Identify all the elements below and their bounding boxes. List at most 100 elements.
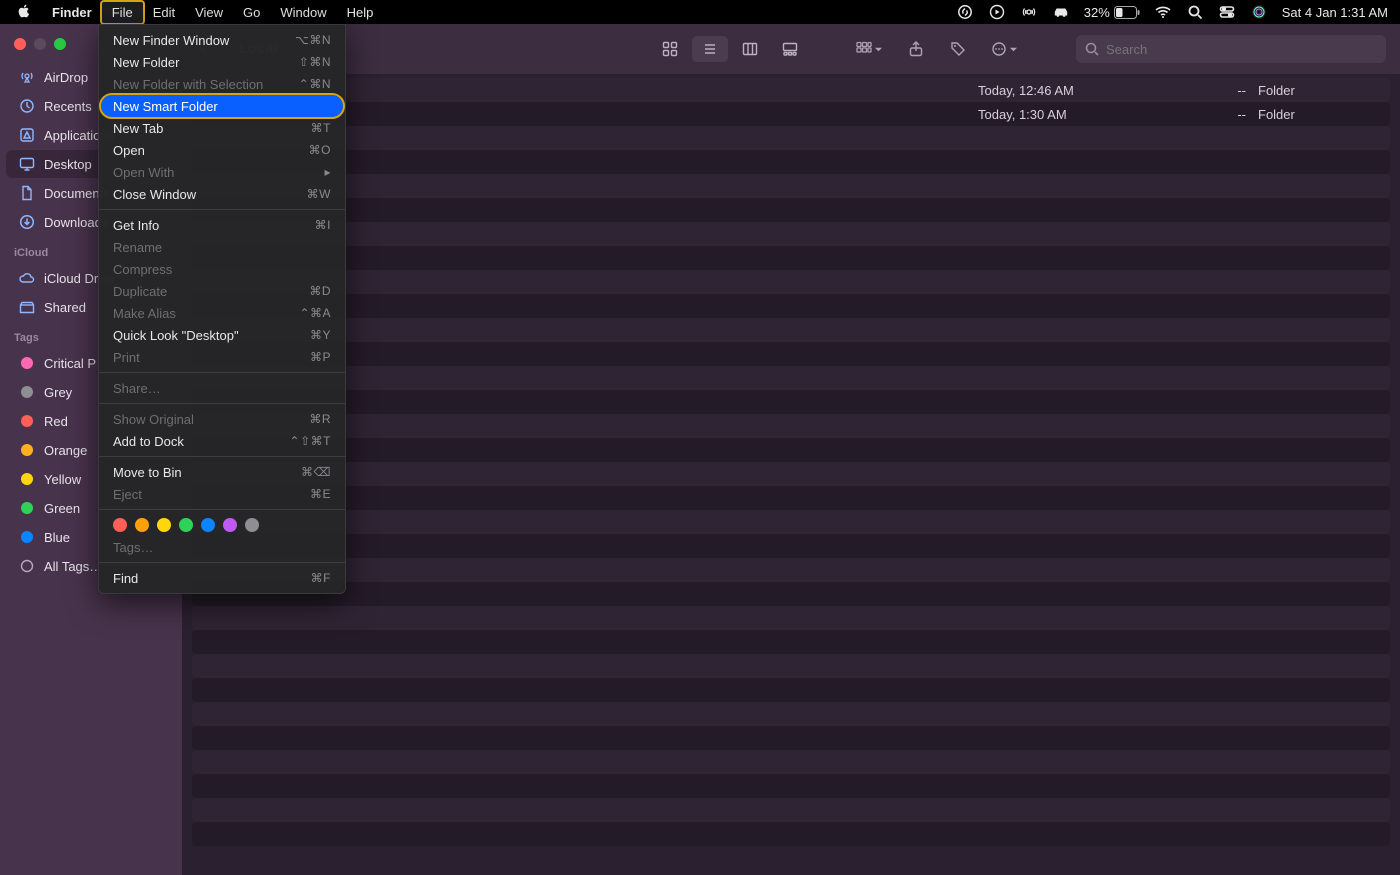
window-close-button[interactable] (14, 38, 26, 50)
menu-item-rename: Rename (99, 236, 345, 258)
menu-item-add-to-dock[interactable]: Add to Dock⌃⇧⌘T (99, 430, 345, 452)
view-as-list-button[interactable] (692, 36, 728, 62)
file-date: Today, 12:46 AM (978, 83, 1208, 98)
car-icon[interactable] (1052, 3, 1070, 21)
tag-color-dot (18, 499, 36, 517)
menu-item-find[interactable]: Find⌘F (99, 567, 345, 589)
window-minimize-button[interactable] (34, 38, 46, 50)
file-row (192, 366, 1390, 390)
menu-file[interactable]: File (102, 2, 143, 23)
menu-window[interactable]: Window (270, 2, 336, 23)
window-zoom-button[interactable] (54, 38, 66, 50)
file-row (192, 582, 1390, 606)
airdrop-status-icon[interactable] (1020, 3, 1038, 21)
tag-color-dot (18, 354, 36, 372)
sidebar-item-label: Blue (44, 530, 70, 545)
file-kind: Folder (1258, 83, 1378, 98)
menu-item-open[interactable]: Open⌘O (99, 139, 345, 161)
tag-color-option[interactable] (223, 518, 237, 532)
menu-item-new-finder-window[interactable]: New Finder Window⌥⌘N (99, 29, 345, 51)
shazam-icon[interactable] (956, 3, 974, 21)
cloud-icon (18, 269, 36, 287)
menu-item-open-with: Open With▸ (99, 161, 345, 183)
menu-item-shortcut: ⌃⇧⌘T (290, 434, 331, 448)
menu-separator (99, 456, 345, 457)
airdrop-icon (18, 68, 36, 86)
file-list[interactable]: ▸Today, 12:46 AM--Folder▸esToday, 1:30 A… (182, 74, 1400, 875)
active-app-name[interactable]: Finder (42, 2, 102, 23)
view-as-columns-button[interactable] (732, 36, 768, 62)
menu-item-shortcut: ⌘E (310, 487, 331, 501)
tag-color-dot (18, 412, 36, 430)
menu-item-new-smart-folder[interactable]: New Smart Folder (101, 95, 343, 117)
file-size: -- (1208, 83, 1258, 98)
menu-edit[interactable]: Edit (143, 2, 185, 23)
menu-item-close-window[interactable]: Close Window⌘W (99, 183, 345, 205)
file-row (192, 126, 1390, 150)
menu-item-show-original: Show Original⌘R (99, 408, 345, 430)
file-row (192, 174, 1390, 198)
download-icon (18, 213, 36, 231)
file-date: Today, 1:30 AM (978, 107, 1208, 122)
menu-item-get-info[interactable]: Get Info⌘I (99, 214, 345, 236)
search-field[interactable] (1076, 35, 1386, 63)
menu-item-label: New Folder with Selection (113, 77, 263, 92)
menu-item-new-folder[interactable]: New Folder⇧⌘N (99, 51, 345, 73)
view-as-icons-button[interactable] (652, 36, 688, 62)
all-tags-icon (18, 557, 36, 575)
spotlight-icon[interactable] (1186, 3, 1204, 21)
menu-item-label: Duplicate (113, 284, 167, 299)
tags-button[interactable] (943, 36, 973, 62)
file-row (192, 774, 1390, 798)
file-row (192, 486, 1390, 510)
tag-color-option[interactable] (157, 518, 171, 532)
siri-icon[interactable] (1250, 3, 1268, 21)
control-center-icon[interactable] (1218, 3, 1236, 21)
file-row (192, 726, 1390, 750)
menu-item-label: Find (113, 571, 138, 586)
tag-color-option[interactable] (179, 518, 193, 532)
menu-item-shortcut: ⌘I (315, 218, 331, 232)
search-input[interactable] (1106, 42, 1378, 57)
menu-help[interactable]: Help (337, 2, 384, 23)
menu-item-label: Move to Bin (113, 465, 182, 480)
tag-color-option[interactable] (245, 518, 259, 532)
menu-separator (99, 562, 345, 563)
wifi-icon[interactable] (1154, 3, 1172, 21)
tag-color-option[interactable] (135, 518, 149, 532)
sidebar-item-label: Shared (44, 300, 86, 315)
menu-item-move-to-bin[interactable]: Move to Bin⌘⌫ (99, 461, 345, 483)
tag-color-row (99, 514, 345, 536)
file-row (192, 150, 1390, 174)
menu-view[interactable]: View (185, 2, 233, 23)
menubar-clock[interactable]: Sat 4 Jan 1:31 AM (1282, 5, 1388, 20)
menu-item-quick-look-desktop-[interactable]: Quick Look "Desktop"⌘Y (99, 324, 345, 346)
play-circle-icon[interactable] (988, 3, 1006, 21)
file-row[interactable]: ▸esToday, 1:30 AM--Folder (192, 102, 1390, 126)
action-menu-button[interactable] (985, 36, 1024, 62)
menu-item-duplicate: Duplicate⌘D (99, 280, 345, 302)
apple-menu-icon[interactable] (12, 3, 42, 22)
menu-separator (99, 372, 345, 373)
sidebar-item-label: Critical P (44, 356, 96, 371)
group-by-button[interactable] (850, 36, 889, 62)
file-row[interactable]: ▸Today, 12:46 AM--Folder (192, 78, 1390, 102)
tag-color-option[interactable] (201, 518, 215, 532)
view-as-gallery-button[interactable] (772, 36, 808, 62)
file-row (192, 462, 1390, 486)
battery-status[interactable]: 32% (1084, 5, 1140, 20)
menu-go[interactable]: Go (233, 2, 270, 23)
shared-icon (18, 298, 36, 316)
menu-item-label: New Folder (113, 55, 179, 70)
file-row (192, 246, 1390, 270)
file-kind: Folder (1258, 107, 1378, 122)
menu-item-new-folder-with-selection: New Folder with Selection⌃⌘N (99, 73, 345, 95)
menu-separator (99, 403, 345, 404)
share-button[interactable] (901, 36, 931, 62)
tag-color-option[interactable] (113, 518, 127, 532)
file-row (192, 654, 1390, 678)
menu-item-new-tab[interactable]: New Tab⌘T (99, 117, 345, 139)
file-row (192, 534, 1390, 558)
file-row (192, 318, 1390, 342)
menu-item-label: Make Alias (113, 306, 176, 321)
